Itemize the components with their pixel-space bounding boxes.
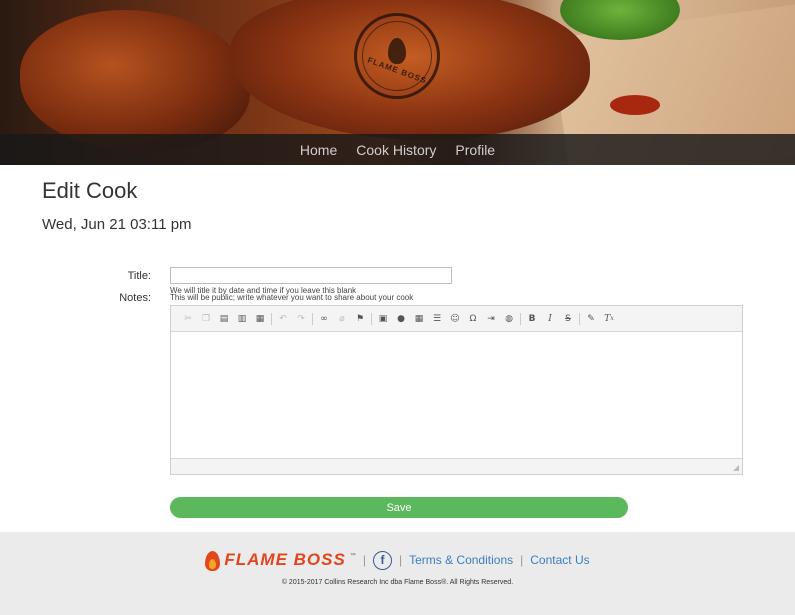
flash-icon[interactable]: ● xyxy=(392,310,410,328)
editor-status-bar xyxy=(171,458,742,474)
flame-icon xyxy=(388,37,406,64)
notes-editor: ✂ ❐ ▤ ▥ ▦ ↶ ↷ ∞ ⌀ ⚑ ▣ ● ▦ ☰ ☺ Ω ⇥ ◍ B I … xyxy=(170,305,743,475)
hero-image-sauce xyxy=(610,95,660,115)
footer-links: FLAME BOSS ™ | f | Terms & Conditions | … xyxy=(0,549,795,571)
horizontal-line-icon[interactable]: ☰ xyxy=(428,310,446,328)
editor-toolbar: ✂ ❐ ▤ ▥ ▦ ↶ ↷ ∞ ⌀ ⚑ ▣ ● ▦ ☰ ☺ Ω ⇥ ◍ B I … xyxy=(171,306,742,332)
copyright-text: © 2015-2017 Collins Research Inc dba Fla… xyxy=(281,579,514,586)
footer: FLAME BOSS ™ | f | Terms & Conditions | … xyxy=(0,532,795,615)
redo-icon[interactable]: ↷ xyxy=(292,310,310,328)
toolbar-separator xyxy=(371,312,372,325)
notes-editor-body[interactable] xyxy=(171,332,742,458)
toolbar-separator xyxy=(579,312,580,325)
save-button[interactable]: Save xyxy=(170,497,628,518)
hero-image-meat xyxy=(20,10,250,150)
paste-text-icon[interactable]: ▥ xyxy=(233,310,251,328)
strike-icon[interactable]: S xyxy=(559,310,577,328)
nav-home[interactable]: Home xyxy=(300,142,337,158)
cut-icon[interactable]: ✂ xyxy=(179,310,197,328)
brand-trademark: ™ xyxy=(349,553,356,559)
italic-icon[interactable]: I xyxy=(541,310,559,328)
toolbar-separator xyxy=(520,312,521,325)
unlink-icon[interactable]: ⌀ xyxy=(333,310,351,328)
cook-date: Wed, Jun 21 03:11 pm xyxy=(42,216,192,233)
main-nav: Home Cook History Profile xyxy=(0,134,795,165)
contact-link[interactable]: Contact Us xyxy=(530,553,589,567)
footer-brand-logo: FLAME BOSS ™ xyxy=(205,549,356,571)
flame-logo-icon xyxy=(205,549,221,571)
link-icon[interactable]: ∞ xyxy=(315,310,333,328)
image-icon[interactable]: ▣ xyxy=(374,310,392,328)
flame-boss-seal-logo: FLAME BOSS xyxy=(354,13,440,99)
copy-icon[interactable]: ❐ xyxy=(197,310,215,328)
format-painter-icon[interactable]: ✎ xyxy=(582,310,600,328)
special-char-icon[interactable]: Ω xyxy=(464,310,482,328)
bold-icon[interactable]: B xyxy=(523,310,541,328)
title-input[interactable] xyxy=(170,267,452,284)
page-title: Edit Cook xyxy=(42,178,138,203)
facebook-icon[interactable]: f xyxy=(372,550,392,570)
resize-handle-icon[interactable] xyxy=(733,465,739,471)
hero-banner: FLAME BOSS Home Cook History Profile xyxy=(0,0,795,165)
footer-divider: | xyxy=(398,553,403,567)
toolbar-separator xyxy=(312,312,313,325)
brand-name: FLAME BOSS xyxy=(224,550,346,569)
notes-row: Notes: This will be public; write whatev… xyxy=(0,290,795,480)
page-break-icon[interactable]: ⇥ xyxy=(482,310,500,328)
title-label: Title: xyxy=(127,270,151,282)
toolbar-separator xyxy=(271,312,272,325)
paste-icon[interactable]: ▤ xyxy=(215,310,233,328)
paste-word-icon[interactable]: ▦ xyxy=(251,310,269,328)
nav-cook-history[interactable]: Cook History xyxy=(356,142,436,158)
main-content: Edit Cook Wed, Jun 21 03:11 pm xyxy=(0,178,795,233)
smiley-icon[interactable]: ☺ xyxy=(446,310,464,328)
table-icon[interactable]: ▦ xyxy=(410,310,428,328)
notes-hint: This will be public; write whatever you … xyxy=(170,293,414,302)
footer-divider: | xyxy=(362,553,366,567)
terms-link[interactable]: Terms & Conditions xyxy=(409,553,513,567)
remove-format-icon[interactable]: Tx xyxy=(600,310,618,328)
undo-icon[interactable]: ↶ xyxy=(274,310,292,328)
iframe-icon[interactable]: ◍ xyxy=(500,310,518,328)
footer-divider: | xyxy=(520,553,524,567)
notes-label: Notes: xyxy=(119,292,151,304)
anchor-icon[interactable]: ⚑ xyxy=(351,310,369,328)
nav-profile[interactable]: Profile xyxy=(455,142,495,158)
